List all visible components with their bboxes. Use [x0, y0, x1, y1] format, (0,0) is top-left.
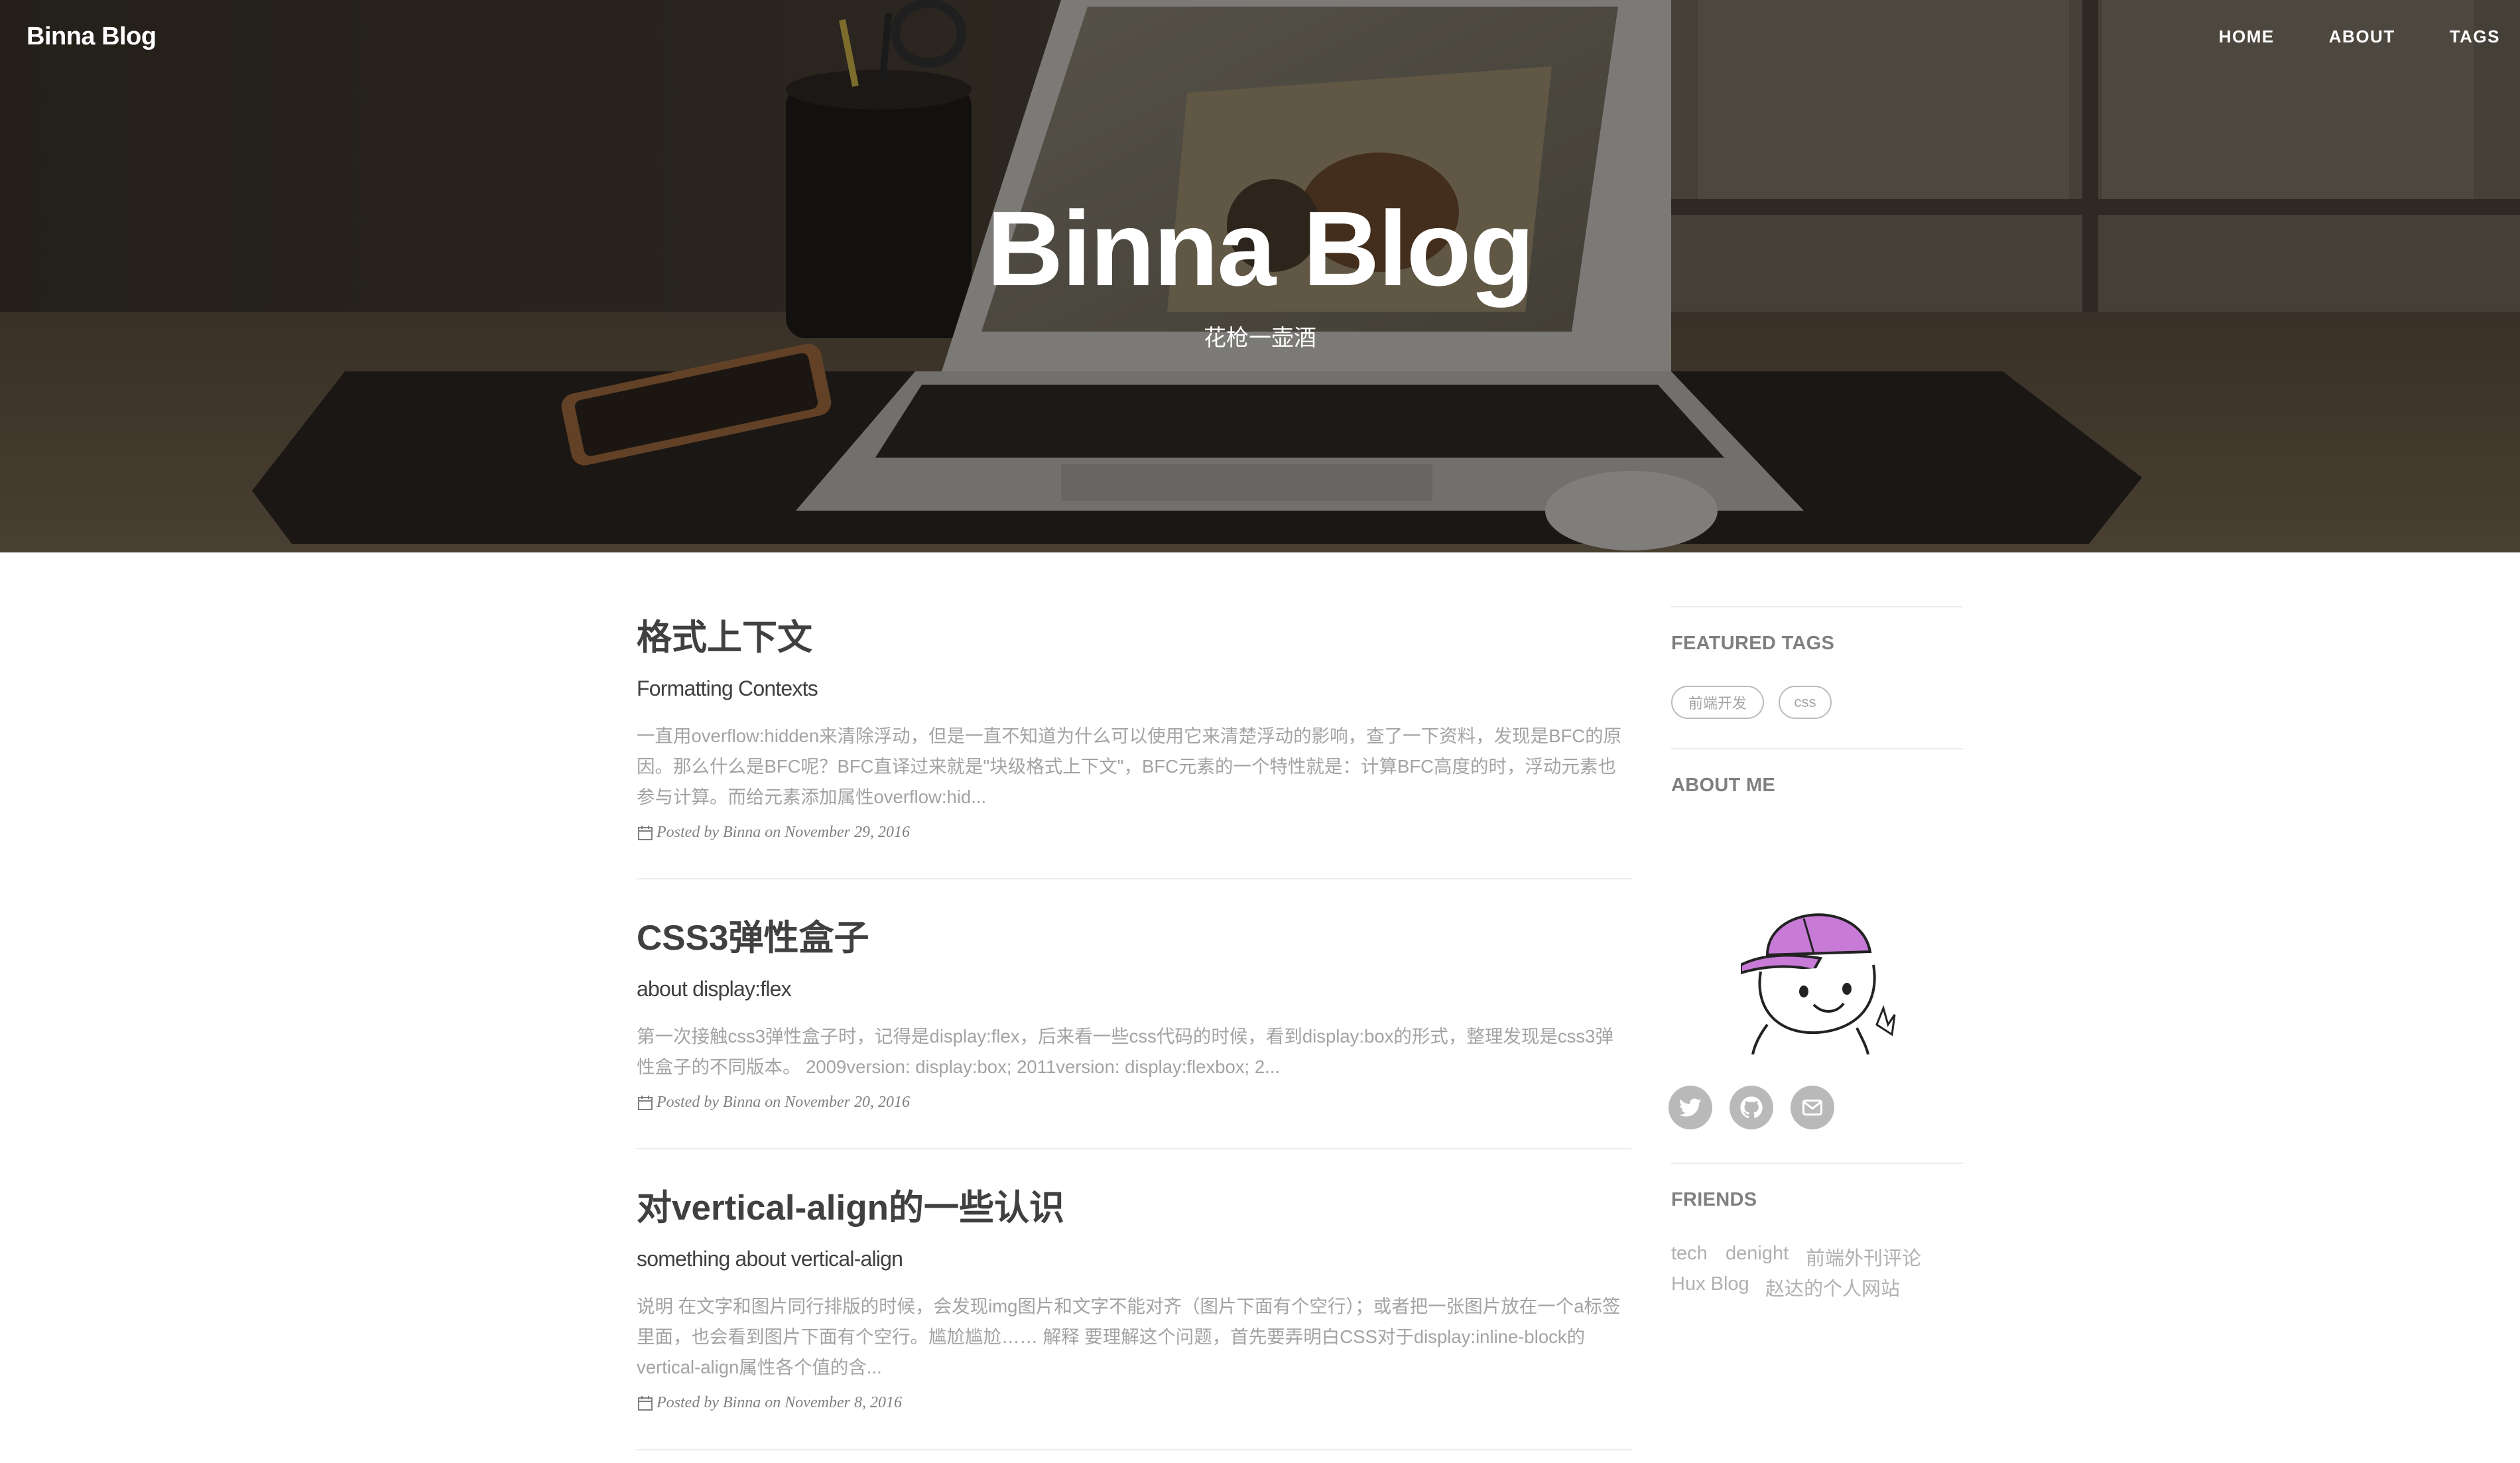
post-preview[interactable]: 格式上下文 Formatting Contexts 一直用overflow:hi…	[637, 552, 1631, 879]
post-meta-text: Posted by Binna on November 8, 2016	[657, 1394, 902, 1411]
post-title[interactable]: 对vertical-align的一些认识	[637, 1188, 1064, 1228]
friend-link-denight[interactable]: denight	[1726, 1243, 1789, 1265]
friend-link-frontend-review[interactable]: 前端外刊评论	[1806, 1243, 1921, 1271]
divider	[1671, 1163, 1963, 1164]
post-excerpt: 第一次接触css3弹性盒子时，记得是display:flex，后来看一些css代…	[637, 1026, 1613, 1077]
post-preview[interactable]: 对vertical-align的一些认识 something about ver…	[637, 1149, 1631, 1450]
friend-link-tech[interactable]: tech	[1671, 1243, 1708, 1265]
post-title[interactable]: 格式上下文	[637, 618, 812, 657]
email-button[interactable]	[1791, 1086, 1834, 1129]
post-meta-text: Posted by Binna on November 29, 2016	[657, 824, 910, 841]
post-title[interactable]: CSS3弹性盒子	[637, 919, 869, 958]
friends-heading: FRIENDS	[1671, 1189, 1757, 1210]
post-preview[interactable]: CSS3弹性盒子 about display:flex 第一次接触css3弹性盒…	[637, 879, 1631, 1149]
nav-link-tags[interactable]: TAGS	[2450, 27, 2500, 47]
calendar-icon	[638, 1095, 653, 1110]
email-icon	[1802, 1100, 1822, 1115]
post-excerpt: 一直用overflow:hidden来清除浮动，但是一直不知道为什么可以使用它来…	[637, 726, 1622, 807]
post-subtitle[interactable]: something about vertical-align	[637, 1246, 903, 1271]
post-excerpt: 说明 在文字和图片同行排版的时候，会发现img图片和文字不能对齐（图片下面有个空…	[637, 1296, 1621, 1377]
about-me-heading: ABOUT ME	[1671, 775, 1776, 796]
post-meta: Posted by Binna on November 8, 2016	[637, 1394, 902, 1412]
divider	[1671, 748, 1963, 749]
tag-frontend[interactable]: 前端开发	[1671, 686, 1764, 719]
github-icon	[1740, 1096, 1763, 1118]
friend-link-hux-blog[interactable]: Hux Blog	[1671, 1273, 1749, 1295]
nav-link-home[interactable]: HOME	[2219, 27, 2275, 47]
nav-link-about[interactable]: ABOUT	[2329, 27, 2395, 47]
header-hero: Binna Blog HOME ABOUT TAGS Binna Blog 花枪…	[0, 0, 2520, 552]
post-list: 格式上下文 Formatting Contexts 一直用overflow:hi…	[637, 552, 1631, 1450]
calendar-icon	[638, 825, 653, 840]
post-meta: Posted by Binna on November 29, 2016	[637, 824, 910, 842]
post-meta-text: Posted by Binna on November 20, 2016	[657, 1094, 910, 1111]
nav-brand[interactable]: Binna Blog	[27, 23, 157, 51]
nav-links: HOME ABOUT TAGS	[2165, 27, 2500, 47]
hero-subtitle: 花枪一壶酒	[1204, 326, 1316, 351]
friend-link-zhaoda[interactable]: 赵达的个人网站	[1765, 1273, 1900, 1301]
twitter-icon	[1678, 1098, 1702, 1117]
github-button[interactable]	[1730, 1086, 1773, 1129]
post-meta: Posted by Binna on November 20, 2016	[637, 1094, 910, 1112]
divider	[1671, 606, 1963, 607]
twitter-button[interactable]	[1669, 1086, 1712, 1129]
featured-tags-heading: FEATURED TAGS	[1671, 633, 1835, 654]
calendar-icon	[638, 1395, 653, 1411]
post-subtitle[interactable]: about display:flex	[637, 976, 792, 1001]
hero-title: Binna Blog	[986, 189, 1535, 308]
avatar	[1741, 913, 1896, 1054]
post-subtitle[interactable]: Formatting Contexts	[637, 676, 818, 701]
tag-css[interactable]: css	[1779, 686, 1832, 719]
